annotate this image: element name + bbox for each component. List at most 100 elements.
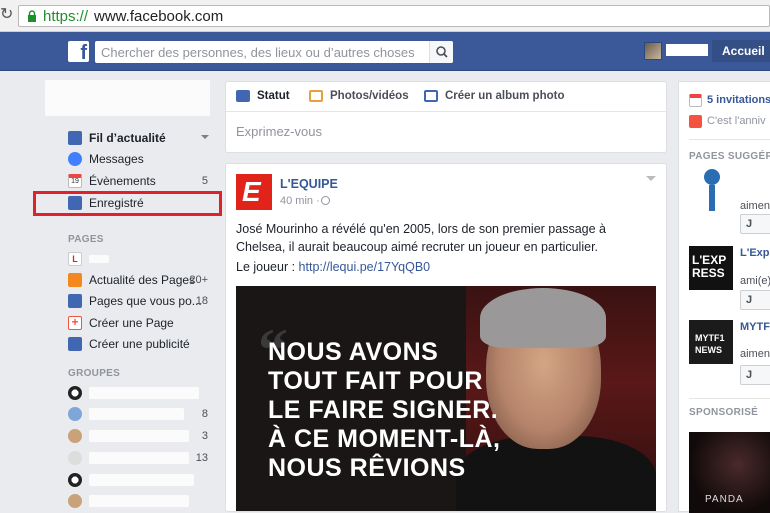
suggested-page-sub: aimen	[740, 200, 770, 212]
lock-icon	[28, 10, 36, 22]
like-pages-icon	[68, 294, 82, 308]
url-field[interactable]: https:// www.facebook.com	[18, 5, 770, 27]
create-ad-icon	[68, 337, 82, 351]
post-author[interactable]: L'EQUIPE	[280, 177, 338, 191]
url-host: www.facebook.com	[94, 8, 224, 25]
suggested-page-thumb[interactable]: MYTF1 NEWS	[689, 320, 733, 364]
sidebar-item-pages-feed[interactable]: Actualité des Pages 20+	[68, 270, 213, 290]
avatar[interactable]	[644, 42, 662, 60]
home-button[interactable]: Accueil	[712, 40, 770, 62]
sidebar-item-group[interactable]: 3	[68, 426, 213, 446]
reload-icon[interactable]: ↻	[0, 6, 13, 24]
tab-photos-videos[interactable]: Photos/vidéos	[309, 90, 409, 102]
search-box	[95, 41, 453, 63]
sidebar-item-newsfeed[interactable]: Fil d’actualité	[68, 128, 213, 148]
post-text: José Mourinho a révélé qu'en 2005, lors …	[236, 222, 606, 254]
sidebar-item-label: Actualité des Pages	[89, 273, 196, 287]
sidebar-item-group[interactable]: 8	[68, 404, 213, 424]
sidebar-item-liked-pages[interactable]: Pages que vous po... 18	[68, 291, 213, 311]
post-link[interactable]: http://lequi.pe/17YqQB0	[299, 260, 431, 274]
facebook-logo-icon[interactable]: f	[68, 41, 89, 64]
trophy-icon	[704, 169, 720, 211]
sidebar-item-page-redacted[interactable]: L	[68, 249, 213, 269]
group-count: 8	[201, 408, 208, 420]
suggested-page-name[interactable]: MYTF	[740, 321, 770, 333]
right-column: 5 invitations C'est l'anniv PAGES SUGGÉR…	[678, 81, 770, 513]
sidebar-item-group[interactable]	[68, 383, 213, 403]
sidebar-item-label: Créer une publicité	[89, 337, 190, 351]
suggested-page-sub: ami(e)	[740, 275, 770, 287]
suggested-page-thumb[interactable]	[689, 168, 733, 212]
create-page-icon: +	[68, 316, 82, 330]
groups-section-title: GROUPES	[68, 368, 121, 379]
tab-label: Créer un album photo	[445, 90, 565, 102]
composer-input[interactable]: Exprimez-vous	[236, 124, 322, 139]
sidebar-item-label: Évènements	[89, 174, 156, 188]
suggested-page-thumb[interactable]: L'EXP RESS	[689, 246, 733, 290]
sidebar-item-label: Pages que vous po...	[89, 294, 202, 308]
sidebar-item-events[interactable]: 19 Évènements 5	[68, 171, 213, 191]
messages-icon	[68, 152, 82, 166]
tab-label: Photos/vidéos	[330, 90, 409, 102]
album-icon	[424, 90, 438, 102]
events-icon: 19	[68, 174, 82, 188]
lequipe-logo-icon[interactable]: E	[236, 174, 272, 210]
sponsored-ad-image[interactable]: PANDA	[689, 432, 770, 513]
like-page-button[interactable]: J	[740, 214, 770, 234]
events-icon	[689, 94, 702, 107]
sponsored-title: SPONSORISÉ	[689, 407, 759, 418]
liked-pages-count: 18	[195, 295, 208, 307]
group-count: 3	[201, 430, 208, 442]
like-page-button[interactable]: J	[740, 290, 770, 310]
suggested-page-sub: aimen	[740, 348, 770, 360]
chevron-down-icon[interactable]	[201, 135, 209, 139]
sidebar-item-group[interactable]	[68, 470, 213, 490]
search-button[interactable]	[429, 41, 453, 63]
tab-status[interactable]: Statut	[236, 90, 290, 102]
sidebar-item-label: Fil d’actualité	[89, 131, 166, 145]
group-icon	[68, 386, 82, 400]
suggested-page-name[interactable]: L'Exp	[740, 247, 770, 259]
browser-address-bar: ↻ https:// www.facebook.com	[0, 0, 770, 32]
suggested-pages-title: PAGES SUGGÉRÉ	[689, 151, 770, 162]
group-icon	[68, 429, 82, 443]
highlight-box	[33, 191, 222, 216]
pages-feed-count: 20+	[189, 274, 208, 286]
tab-label: Statut	[257, 90, 290, 102]
sidebar-item-label: Créer une Page	[89, 316, 174, 330]
search-input[interactable]	[95, 41, 425, 63]
sidebar-item-messages[interactable]: Messages	[68, 149, 213, 169]
invitations-link[interactable]: 5 invitations	[707, 94, 770, 106]
post-time[interactable]: 40 min ·	[280, 195, 320, 207]
profile-name-redacted[interactable]	[666, 44, 708, 56]
composer-tabs: Statut Photos/vidéos Créer un album phot…	[226, 82, 666, 112]
pages-section-title: PAGES	[68, 234, 104, 245]
profile-link-redacted[interactable]	[45, 80, 210, 116]
sidebar-item-group[interactable]: 13	[68, 448, 213, 468]
megaphone-icon	[68, 273, 82, 287]
feed-post: E L'EQUIPE 40 min · José Mourinho a révé…	[225, 163, 667, 512]
sidebar-item-create-page[interactable]: + Créer une Page	[68, 313, 213, 333]
page-avatar-icon: L	[68, 252, 82, 266]
search-icon	[436, 46, 448, 58]
post-composer: Statut Photos/vidéos Créer un album phot…	[225, 81, 667, 153]
tab-create-album[interactable]: Créer un album photo	[424, 90, 564, 102]
post-link-line: Le joueur : http://lequi.pe/17YqQB0	[236, 260, 431, 274]
gift-icon	[689, 115, 702, 128]
post-image[interactable]: “ NOUS AVONS TOUT FAIT POUR LE FAIRE SIG…	[236, 286, 656, 511]
globe-icon	[321, 196, 330, 205]
photo-icon	[309, 90, 323, 102]
group-icon	[68, 407, 82, 421]
group-icon	[68, 494, 82, 508]
group-icon	[68, 473, 82, 487]
events-count: 5	[201, 175, 208, 187]
like-page-button[interactable]: J	[740, 365, 770, 385]
newsfeed-icon	[68, 131, 82, 145]
sidebar-item-label: Messages	[89, 152, 144, 166]
group-icon	[68, 451, 82, 465]
sidebar-item-group[interactable]	[68, 491, 213, 511]
chevron-down-icon[interactable]	[646, 176, 656, 181]
birthday-text: C'est l'anniv	[707, 115, 766, 127]
url-protocol: https://	[43, 8, 89, 25]
sidebar-item-create-ad[interactable]: Créer une publicité	[68, 334, 213, 354]
